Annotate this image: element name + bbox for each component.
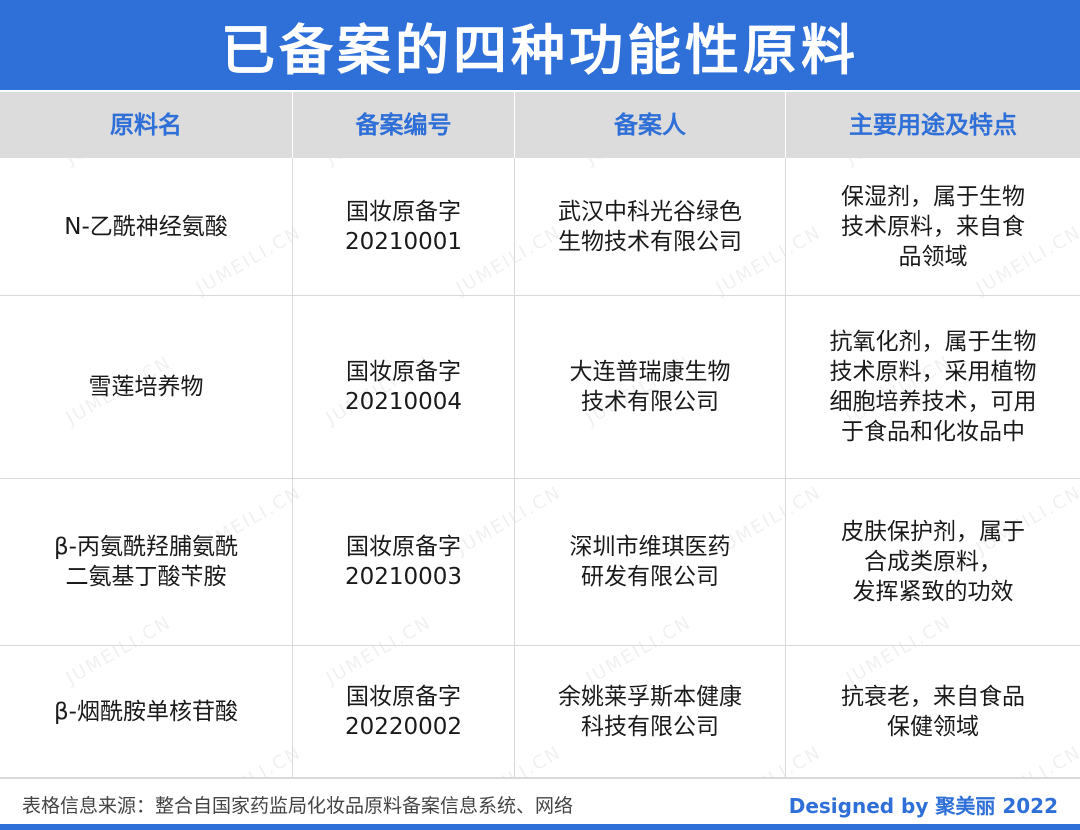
table-cell-record-no: 国妆原备字 20210003 bbox=[293, 479, 515, 646]
table-cell-name: β-烟酰胺单核苷酸 bbox=[0, 646, 293, 778]
title-banner: 已备案的四种功能性原料 bbox=[0, 0, 1080, 90]
table-cell-usage: 皮肤保护剂，属于 合成类原料， 发挥紧致的功效 bbox=[786, 479, 1080, 646]
table-cell-name: N-乙酰神经氨酸 bbox=[0, 158, 293, 296]
page-title: 已备案的四种功能性原料 bbox=[221, 18, 859, 82]
table-cell-usage: 保湿剂，属于生物 技术原料，来自食 品领域 bbox=[786, 158, 1080, 296]
column-header-usage: 主要用途及特点 bbox=[786, 92, 1080, 158]
ingredient-table: 原料名 备案编号 备案人 主要用途及特点 N-乙酰神经氨酸 国妆原备字 2021… bbox=[0, 92, 1080, 778]
column-header-record-no: 备案编号 bbox=[293, 92, 515, 158]
footer: 表格信息来源：整合自国家药监局化妆品原料备案信息系统、网络 Designed b… bbox=[0, 778, 1080, 825]
table-cell-record-no: 国妆原备字 20210004 bbox=[293, 296, 515, 479]
table-cell-usage: 抗氧化剂，属于生物 技术原料，采用植物 细胞培养技术，可用 于食品和化妆品中 bbox=[786, 296, 1080, 479]
table-cell-filer: 余姚莱孚斯本健康 科技有限公司 bbox=[515, 646, 786, 778]
source-note: 表格信息来源：整合自国家药监局化妆品原料备案信息系统、网络 bbox=[22, 795, 574, 817]
designer-credit: Designed by 聚美丽 2022 bbox=[788, 794, 1058, 818]
table-cell-name: β-丙氨酰羟脯氨酰 二氨基丁酸苄胺 bbox=[0, 479, 293, 646]
table-cell-record-no: 国妆原备字 20220002 bbox=[293, 646, 515, 778]
table-cell-filer: 深圳市维琪医药 研发有限公司 bbox=[515, 479, 786, 646]
table-cell-name: 雪莲培养物 bbox=[0, 296, 293, 479]
table-cell-record-no: 国妆原备字 20210001 bbox=[293, 158, 515, 296]
column-header-filer: 备案人 bbox=[515, 92, 786, 158]
table-cell-filer: 武汉中科光谷绿色 生物技术有限公司 bbox=[515, 158, 786, 296]
column-header-name: 原料名 bbox=[0, 92, 293, 158]
bottom-accent-bar bbox=[0, 824, 1080, 830]
table-cell-filer: 大连普瑞康生物 技术有限公司 bbox=[515, 296, 786, 479]
table-cell-usage: 抗衰老，来自食品 保健领域 bbox=[786, 646, 1080, 778]
